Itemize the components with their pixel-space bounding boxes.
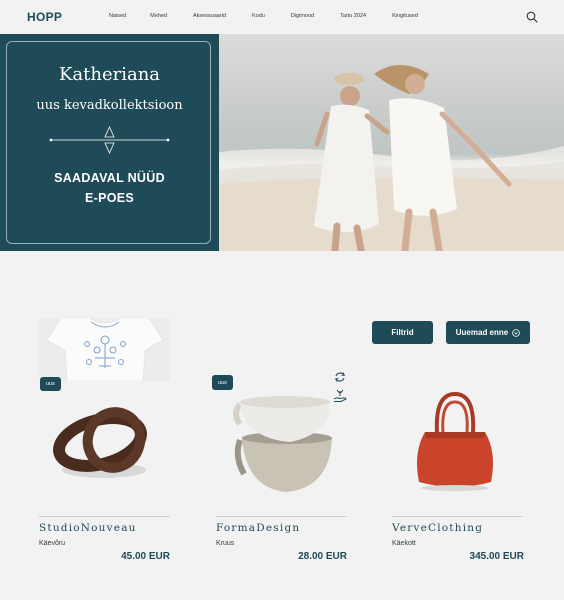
card-divider xyxy=(39,516,170,517)
hero-cta-line2: E-POES xyxy=(84,191,135,205)
new-badge: uus xyxy=(40,377,61,391)
site-header: HOPP Naised Mehed Aksessuaarid Kodu Digi… xyxy=(0,0,564,34)
product-name: Käevõru xyxy=(39,540,66,547)
product-image-handbag[interactable] xyxy=(405,388,505,496)
hand-plant-icon[interactable] xyxy=(333,389,347,403)
nav-item-mehed[interactable]: Mehed xyxy=(150,13,167,19)
hero-subtitle: uus kevadkollektsioon xyxy=(36,98,183,113)
product-image-bracelet[interactable] xyxy=(40,392,170,497)
hero-title: Katheriana xyxy=(58,64,161,85)
product-price: 28.00 EUR xyxy=(298,551,347,562)
nav-item-kodu[interactable]: Kodu xyxy=(252,13,265,19)
hero-cta-line1: SAADAVAL NÜÜD xyxy=(54,171,165,185)
hero-photo xyxy=(219,34,564,251)
hero-cta[interactable]: SAADAVAL NÜÜD E-POES xyxy=(0,168,219,208)
product-brand[interactable]: StudioNouveau xyxy=(39,522,137,534)
nav-item-aksessuaarid[interactable]: Aksessuaarid xyxy=(193,13,226,19)
product-name: Kruus xyxy=(216,540,235,547)
new-badge: uus xyxy=(212,375,233,390)
nav-item-digimood[interactable]: Digimood xyxy=(291,13,314,19)
card-divider xyxy=(216,516,347,517)
product-name: Käekott xyxy=(392,540,416,547)
card-divider xyxy=(392,516,523,517)
product-brand[interactable]: VerveClothing xyxy=(392,522,483,534)
product-image-mug[interactable] xyxy=(222,392,340,497)
product-brand[interactable]: FormaDesign xyxy=(216,522,300,534)
main-nav: Naised Mehed Aksessuaarid Kodu Digimood … xyxy=(109,13,418,19)
sort-button-label: Uuemad enne xyxy=(455,328,509,337)
hero-banner[interactable]: Katheriana uus kevadkollektsioon SAADAVA… xyxy=(0,34,564,251)
chevron-circle-icon xyxy=(512,328,521,337)
nav-item-kingitused[interactable]: Kingitused xyxy=(392,13,418,19)
sort-button[interactable]: Uuemad enne xyxy=(446,321,530,344)
shirt-thumbnail[interactable] xyxy=(39,318,170,381)
recycle-icon[interactable] xyxy=(333,370,347,384)
site-logo[interactable]: HOPP xyxy=(27,10,62,24)
ornament-divider xyxy=(49,126,170,154)
nav-item-tartu[interactable]: Tartu 2024 xyxy=(340,13,366,19)
search-icon[interactable] xyxy=(526,11,538,23)
filter-button[interactable]: Filtrid xyxy=(372,321,433,344)
product-price: 345.00 EUR xyxy=(469,551,524,562)
filter-button-label: Filtrid xyxy=(391,328,414,337)
product-price: 45.00 EUR xyxy=(121,551,170,562)
nav-item-naised[interactable]: Naised xyxy=(109,13,126,19)
hero-text-panel: Katheriana uus kevadkollektsioon SAADAVA… xyxy=(0,34,219,251)
cart-icon[interactable] xyxy=(502,0,526,6)
